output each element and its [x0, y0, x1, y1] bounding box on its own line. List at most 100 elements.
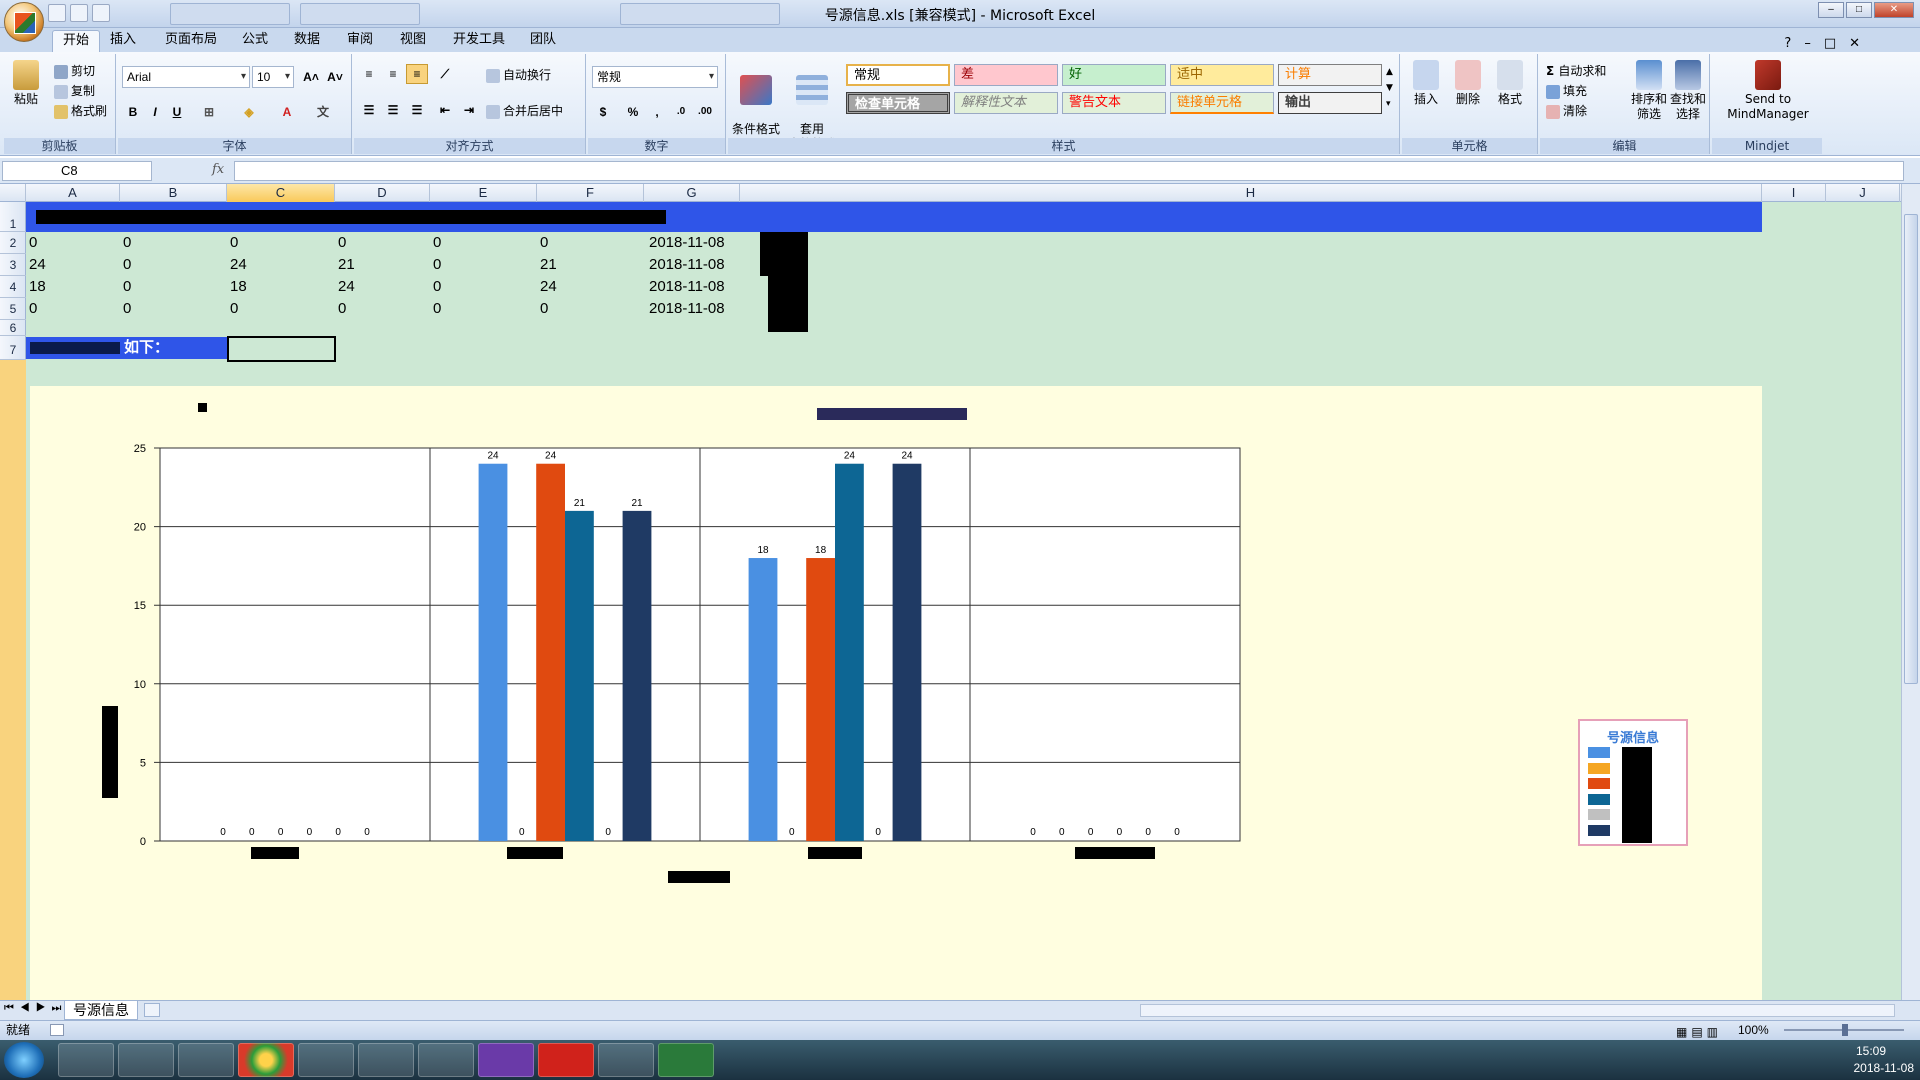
macro-record-icon[interactable] [50, 1024, 64, 1036]
cell-g2[interactable]: 2018-11-08 [644, 232, 740, 254]
column-header-a[interactable]: A [26, 184, 120, 202]
currency-icon[interactable]: $ [592, 102, 614, 122]
style-normal[interactable]: 常规 [846, 64, 950, 86]
fill-button[interactable]: 填充 [1546, 82, 1587, 99]
italic-button[interactable]: I [144, 102, 166, 122]
taskbar-app-icon[interactable] [178, 1043, 234, 1077]
cell-d5[interactable]: 0 [335, 298, 430, 320]
comma-icon[interactable]: , [646, 102, 668, 122]
excel-icon[interactable] [658, 1043, 714, 1077]
tab-page-layout[interactable]: 页面布局 [155, 30, 227, 52]
cell-c5[interactable]: 0 [227, 298, 335, 320]
cell-c2[interactable]: 0 [227, 232, 335, 254]
style-explanatory[interactable]: 解释性文本 [954, 92, 1058, 114]
increase-decimal-icon[interactable]: .0 [670, 102, 692, 122]
cell-c3[interactable]: 24 [227, 254, 335, 276]
tab-view[interactable]: 视图 [390, 30, 436, 52]
taskbar-app-icon[interactable] [598, 1043, 654, 1077]
taskbar-app-icon[interactable] [298, 1043, 354, 1077]
row-header-8[interactable] [0, 360, 26, 1010]
cell-g3[interactable]: 2018-11-08 [644, 254, 740, 276]
style-bad[interactable]: 差 [954, 64, 1058, 86]
column-header-b[interactable]: B [120, 184, 227, 202]
font-name-select[interactable]: Arial [122, 66, 250, 88]
align-top-icon[interactable]: ≡ [358, 64, 380, 84]
styles-scroll-icon[interactable]: ▲ ▼ ▾ [1386, 64, 1393, 112]
taskbar-app-icon[interactable] [418, 1043, 474, 1077]
clock-time[interactable]: 15:09 [1856, 1044, 1886, 1058]
cell-g5[interactable]: 2018-11-08 [644, 298, 740, 320]
autosum-button[interactable]: Σ 自动求和 [1546, 62, 1606, 79]
tab-team[interactable]: 团队 [520, 30, 566, 52]
cut-button[interactable]: 剪切 [54, 62, 95, 79]
column-header-g[interactable]: G [644, 184, 740, 202]
zoom-level[interactable]: 100% [1738, 1021, 1769, 1039]
row-header-5[interactable]: 5 [0, 298, 26, 320]
tab-insert[interactable]: 插入 [100, 30, 146, 52]
horizontal-scrollbar[interactable] [1140, 1004, 1895, 1017]
grow-font-button[interactable]: A˄ [300, 67, 322, 87]
align-left-icon[interactable]: ☰ [358, 100, 380, 120]
maximize-button[interactable]: □ [1846, 2, 1872, 18]
view-buttons[interactable]: ▦▤▥ [1676, 1023, 1722, 1041]
cell-b4[interactable]: 0 [120, 276, 227, 298]
merge-center-button[interactable]: 合并后居中 [486, 102, 563, 119]
help-icon[interactable]: ? – □ ✕ [1784, 32, 1860, 51]
minimize-button[interactable]: – [1818, 2, 1844, 18]
chrome-icon[interactable] [238, 1043, 294, 1077]
cell-b5[interactable]: 0 [120, 298, 227, 320]
font-color-icon[interactable]: A [276, 102, 298, 122]
row-header-7[interactable]: 7 [0, 336, 26, 360]
fill-color-icon[interactable]: ◈ [238, 102, 260, 122]
cell-a7[interactable]: 如下： [26, 337, 227, 359]
decrease-decimal-icon[interactable]: .00 [694, 102, 716, 122]
cell-e3[interactable]: 0 [430, 254, 537, 276]
cell-e2[interactable]: 0 [430, 232, 537, 254]
row-header-3[interactable]: 3 [0, 254, 26, 276]
chart-area[interactable]: 0 5 10 15 20 25 0 0 0 0 0 0 24 0 24 21 0 21 18 0 18 24 0 24 0 0 0 0… [30, 386, 1762, 1010]
active-cell-c8[interactable] [227, 336, 336, 362]
bold-button[interactable]: B [122, 102, 144, 122]
tab-home[interactable]: 开始 [52, 30, 101, 52]
cell-d3[interactable]: 21 [335, 254, 430, 276]
sort-filter-button[interactable]: 排序和 筛选 [1630, 60, 1668, 122]
style-neutral[interactable]: 适中 [1170, 64, 1274, 86]
cell-d4[interactable]: 24 [335, 276, 430, 298]
tab-developer[interactable]: 开发工具 [443, 30, 515, 52]
paste-button[interactable]: 粘贴 [8, 60, 44, 107]
tab-review[interactable]: 审阅 [337, 30, 383, 52]
office-button[interactable] [4, 2, 44, 42]
start-button[interactable] [4, 1042, 44, 1078]
row-header-6[interactable]: 6 [0, 320, 26, 336]
select-all-corner[interactable] [0, 184, 26, 202]
cell-b2[interactable]: 0 [120, 232, 227, 254]
cell-f5[interactable]: 0 [537, 298, 644, 320]
align-center-icon[interactable]: ☰ [382, 100, 404, 120]
style-good[interactable]: 好 [1062, 64, 1166, 86]
name-box[interactable]: C8 [2, 161, 152, 181]
wrap-text-button[interactable]: 自动换行 [486, 66, 551, 83]
taskbar-app-icon[interactable] [58, 1043, 114, 1077]
visual-studio-icon[interactable] [478, 1043, 534, 1077]
sheet-nav-arrows[interactable]: ⏮◀▶⏭ [4, 1002, 67, 1015]
column-header-j[interactable]: J [1826, 184, 1900, 202]
tab-data[interactable]: 数据 [284, 30, 330, 52]
taskbar-app-icon[interactable] [118, 1043, 174, 1077]
column-header-f[interactable]: F [537, 184, 644, 202]
close-button[interactable]: ✕ [1874, 2, 1914, 18]
cell-a4[interactable]: 18 [26, 276, 120, 298]
cell-e5[interactable]: 0 [430, 298, 537, 320]
borders-icon[interactable]: ⊞ [198, 102, 220, 122]
row-header-1[interactable]: 1 [0, 202, 26, 232]
row-header-4[interactable]: 4 [0, 276, 26, 298]
clear-button[interactable]: 清除 [1546, 102, 1587, 119]
vertical-scrollbar[interactable] [1901, 184, 1920, 1010]
column-header-c[interactable]: C [227, 184, 335, 202]
column-header-i[interactable]: I [1762, 184, 1826, 202]
scroll-thumb[interactable] [1904, 214, 1918, 684]
cell-b3[interactable]: 0 [120, 254, 227, 276]
decrease-indent-icon[interactable]: ⇤ [434, 100, 456, 120]
cell-f4[interactable]: 24 [537, 276, 644, 298]
cell-a5[interactable]: 0 [26, 298, 120, 320]
worksheet[interactable]: 0 0 0 0 0 0 2018-11-08 24 0 24 21 0 21 2… [26, 202, 1901, 1010]
